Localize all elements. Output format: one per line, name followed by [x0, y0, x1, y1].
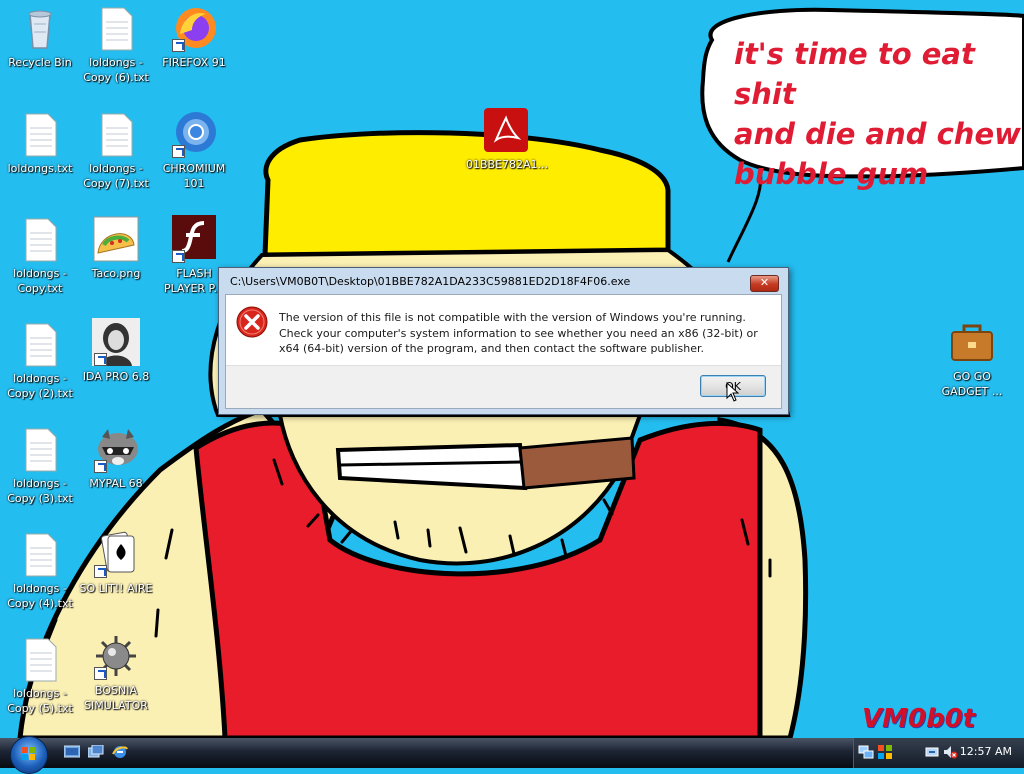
chromium-icon — [170, 110, 218, 158]
desktop-icon-pdf[interactable]: 01BBE782A1... — [466, 106, 548, 172]
show-desktop-icon[interactable] — [64, 745, 80, 759]
recycle-bin-icon — [16, 4, 64, 52]
mine-icon — [92, 632, 140, 680]
network-icon[interactable] — [858, 744, 874, 760]
desktop-icon-recycle-bin[interactable]: Recycle Bin — [0, 4, 80, 70]
desktop-icon-chromium[interactable]: CHROMIUM 101 — [154, 110, 234, 191]
mouse-cursor-icon — [726, 382, 740, 402]
desktop-icon-loldongs-copy-2[interactable]: loldongs - Copy (2).txt — [0, 320, 80, 401]
text-file-icon — [16, 425, 64, 473]
security-icon[interactable] — [877, 744, 893, 760]
solitaire-icon — [92, 530, 140, 578]
text-file-icon — [16, 215, 64, 263]
desktop[interactable]: it's time to eat shit and die and chew b… — [0, 0, 1024, 738]
close-icon: ✕ — [759, 276, 770, 289]
start-button[interactable] — [10, 736, 48, 774]
desktop-icon-ida-pro[interactable]: IDA PRO 6.8 — [76, 318, 156, 384]
error-icon — [236, 306, 268, 338]
desktop-icon-loldongs[interactable]: loldongs.txt — [0, 110, 80, 176]
desktop-icon-go-go-gadget[interactable]: GO GO GADGET ... — [932, 318, 1012, 399]
speech-bubble-text: it's time to eat shit and die and chew b… — [734, 37, 1021, 191]
pdf-icon — [482, 106, 530, 154]
safely-remove-icon[interactable] — [924, 744, 940, 760]
text-file-icon — [16, 320, 64, 368]
dialog-message: The version of this file is not compatib… — [279, 311, 758, 355]
dialog-title: C:\Users\VM0B0T\Desktop\01BBE782A1DA233C… — [230, 275, 631, 288]
taskbar-clock[interactable]: 12:57 AM — [960, 745, 1012, 758]
raccoon-icon — [92, 425, 140, 473]
desktop-icon-taco[interactable]: Taco.png — [76, 215, 156, 281]
text-file-icon — [16, 635, 64, 683]
desktop-icon-loldongs-copy-5[interactable]: loldongs - Copy (5).txt — [0, 635, 80, 716]
desktop-icon-loldongs-copy-7[interactable]: loldongs - Copy (7).txt — [76, 110, 156, 191]
text-file-icon — [92, 4, 140, 52]
firefox-icon — [170, 4, 218, 52]
desktop-icon-firefox[interactable]: FIREFOX 91 — [154, 4, 234, 70]
error-dialog[interactable]: C:\Users\VM0B0T\Desktop\01BBE782A1DA233C… — [218, 267, 789, 415]
close-button[interactable]: ✕ — [750, 275, 779, 292]
flash-icon — [170, 215, 218, 263]
desktop-icon-loldongs-copy-3[interactable]: loldongs - Copy (3).txt — [0, 425, 80, 506]
desktop-icon-solitaire[interactable]: SO LIT!! AIRE — [76, 530, 156, 596]
text-file-icon — [16, 110, 64, 158]
desktop-icon-loldongs-copy-4[interactable]: loldongs - Copy (4).txt — [0, 530, 80, 611]
dialog-client-area: The version of this file is not compatib… — [225, 294, 782, 409]
desktop-icon-bosnia-simulator[interactable]: BOSNIA SIMULATOR — [76, 632, 156, 713]
desktop-icon-loldongs-copy[interactable]: loldongs - Copy.txt — [0, 215, 80, 296]
dialog-button-bar: OK — [226, 365, 781, 408]
desktop-icon-loldongs-copy-6[interactable]: loldongs - Copy (6).txt — [76, 4, 156, 85]
volume-muted-icon[interactable] — [942, 744, 958, 760]
artist-signature: VM0b0t — [862, 704, 976, 734]
taco-icon — [92, 215, 140, 263]
text-file-icon — [92, 110, 140, 158]
desktop-icon-mypal[interactable]: MYPAL 68 — [76, 425, 156, 491]
switch-windows-icon[interactable] — [88, 745, 104, 759]
briefcase-icon — [948, 318, 996, 366]
text-file-icon — [16, 530, 64, 578]
internet-explorer-icon[interactable] — [112, 745, 128, 759]
ida-pro-icon — [92, 318, 140, 366]
